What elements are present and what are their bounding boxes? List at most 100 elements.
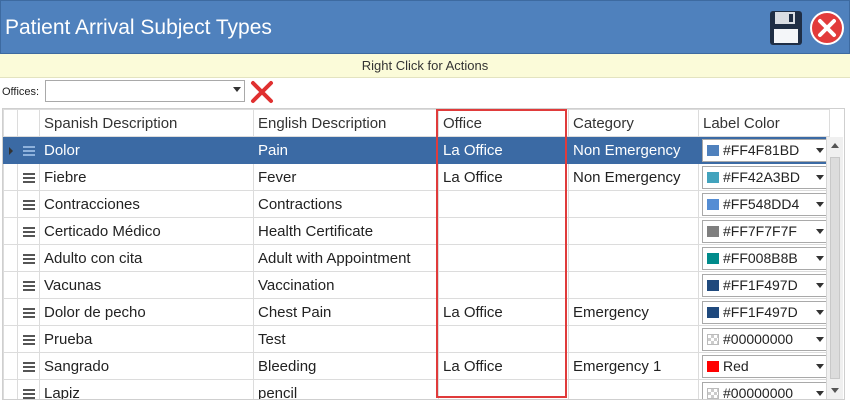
cell-label-color[interactable]: #FF548DD4 — [698, 190, 830, 218]
scroll-thumb[interactable] — [830, 157, 840, 379]
cell-english[interactable]: Bleeding — [253, 352, 439, 380]
cell-english[interactable]: Health Certificate — [253, 217, 439, 245]
row-handle[interactable] — [17, 325, 40, 353]
cell-office[interactable] — [438, 379, 569, 399]
label-color-dropdown[interactable]: #00000000 — [702, 327, 829, 351]
cell-category[interactable] — [568, 190, 699, 218]
table-row[interactable]: Lapiz pencil #00000000 — [3, 379, 830, 399]
cell-english[interactable]: Contractions — [253, 190, 439, 218]
cell-category[interactable] — [568, 244, 699, 272]
cell-category[interactable]: Emergency — [568, 298, 699, 326]
row-handle[interactable] — [17, 217, 40, 245]
cell-label-color[interactable]: #FF008B8B — [698, 244, 830, 272]
chevron-down-icon — [816, 282, 824, 288]
label-color-dropdown[interactable]: #FF1F497D — [702, 273, 829, 297]
cell-office[interactable] — [438, 217, 569, 245]
cell-office[interactable] — [438, 271, 569, 299]
cell-english[interactable]: Chest Pain — [253, 298, 439, 326]
table-row[interactable]: Dolor Pain La Office Non Emergency #FF4F81BD — [3, 136, 830, 164]
table-row[interactable]: Certicado Médico Health Certificate #FF7F7… — [3, 217, 830, 245]
label-color-dropdown[interactable]: #FF1F497D — [702, 300, 829, 324]
chevron-down-icon — [816, 309, 824, 315]
red-x-icon — [251, 81, 273, 103]
row-indicator — [3, 244, 18, 272]
cell-english[interactable]: pencil — [253, 379, 439, 399]
row-handle[interactable] — [17, 379, 40, 399]
row-handle[interactable] — [17, 298, 40, 326]
table-row[interactable]: Contracciones Contractions #FF548DD4 — [3, 190, 830, 218]
label-color-dropdown[interactable]: #00000000 — [702, 381, 829, 399]
cell-label-color[interactable]: #FF42A3BD — [698, 163, 830, 191]
label-color-dropdown[interactable]: #FF4F81BD — [702, 138, 829, 162]
table-row[interactable]: Prueba Test #00000000 — [3, 325, 830, 353]
cell-category[interactable] — [568, 217, 699, 245]
cell-spanish[interactable]: Prueba — [39, 325, 254, 353]
cell-english[interactable]: Test — [253, 325, 439, 353]
scroll-down-icon[interactable] — [828, 383, 842, 397]
save-button[interactable] — [769, 10, 803, 46]
cell-spanish[interactable]: Dolor de pecho — [39, 298, 254, 326]
cell-english[interactable]: Adult with Appointment — [253, 244, 439, 272]
cell-spanish[interactable]: Certicado Médico — [39, 217, 254, 245]
cell-english[interactable]: Vaccination — [253, 271, 439, 299]
cell-spanish[interactable]: Sangrado — [39, 352, 254, 380]
row-handle[interactable] — [17, 244, 40, 272]
cell-english[interactable]: Fever — [253, 163, 439, 191]
vertical-scrollbar[interactable] — [826, 137, 843, 399]
cell-label-color[interactable]: #FF1F497D — [698, 271, 830, 299]
chevron-down-icon — [816, 201, 824, 207]
table-row[interactable]: Dolor de pecho Chest Pain La Office Emergen… — [3, 298, 830, 326]
label-color-dropdown[interactable]: #FF008B8B — [702, 246, 829, 270]
cell-label-color[interactable]: #FF4F81BD — [698, 136, 830, 164]
cell-office[interactable]: La Office — [438, 163, 569, 191]
row-handle[interactable] — [17, 352, 40, 380]
label-color-dropdown[interactable]: Red — [702, 354, 829, 378]
cell-spanish[interactable]: Contracciones — [39, 190, 254, 218]
cell-spanish[interactable]: Vacunas — [39, 271, 254, 299]
cell-office[interactable] — [438, 190, 569, 218]
column-header-spanish[interactable]: Spanish Description — [39, 109, 254, 137]
cell-label-color[interactable]: #00000000 — [698, 325, 830, 353]
chevron-down-icon — [816, 336, 824, 342]
label-color-value: #FF008B8B — [723, 249, 798, 266]
cell-category[interactable] — [568, 271, 699, 299]
row-handle[interactable] — [17, 271, 40, 299]
cell-spanish[interactable]: Fiebre — [39, 163, 254, 191]
clear-filter-button[interactable] — [248, 78, 276, 106]
cell-english[interactable]: Pain — [253, 136, 439, 164]
label-color-dropdown[interactable]: #FF548DD4 — [702, 192, 829, 216]
cell-category[interactable] — [568, 379, 699, 399]
label-color-dropdown[interactable]: #FF42A3BD — [702, 165, 829, 189]
cell-office[interactable]: La Office — [438, 136, 569, 164]
row-handle[interactable] — [17, 190, 40, 218]
cell-label-color[interactable]: Red — [698, 352, 830, 380]
cell-category[interactable]: Emergency 1 — [568, 352, 699, 380]
cell-office[interactable]: La Office — [438, 352, 569, 380]
row-handle[interactable] — [17, 136, 40, 164]
cell-category[interactable] — [568, 325, 699, 353]
scroll-up-icon[interactable] — [828, 139, 842, 153]
table-row[interactable]: Vacunas Vaccination #FF1F497D — [3, 271, 830, 299]
column-header-office[interactable]: Office — [438, 109, 569, 137]
cell-spanish[interactable]: Lapiz — [39, 379, 254, 399]
column-header-label-color[interactable]: Label Color — [698, 109, 830, 137]
cell-spanish[interactable]: Adulto con cita — [39, 244, 254, 272]
offices-dropdown[interactable] — [45, 80, 245, 102]
label-color-dropdown[interactable]: #FF7F7F7F — [702, 219, 829, 243]
row-handle[interactable] — [17, 163, 40, 191]
table-row[interactable]: Sangrado Bleeding La Office Emergency 1 Red — [3, 352, 830, 380]
cell-spanish[interactable]: Dolor — [39, 136, 254, 164]
cell-label-color[interactable]: #FF7F7F7F — [698, 217, 830, 245]
cell-category[interactable]: Non Emergency — [568, 163, 699, 191]
column-header-category[interactable]: Category — [568, 109, 699, 137]
cell-office[interactable]: La Office — [438, 298, 569, 326]
cell-office[interactable] — [438, 244, 569, 272]
cell-category[interactable]: Non Emergency — [568, 136, 699, 164]
column-header-english[interactable]: English Description — [253, 109, 439, 137]
close-button[interactable] — [809, 10, 845, 46]
cell-label-color[interactable]: #00000000 — [698, 379, 830, 399]
table-row[interactable]: Fiebre Fever La Office Non Emergency #FF42A3… — [3, 163, 830, 191]
cell-office[interactable] — [438, 325, 569, 353]
table-row[interactable]: Adulto con cita Adult with Appointment #FF… — [3, 244, 830, 272]
cell-label-color[interactable]: #FF1F497D — [698, 298, 830, 326]
